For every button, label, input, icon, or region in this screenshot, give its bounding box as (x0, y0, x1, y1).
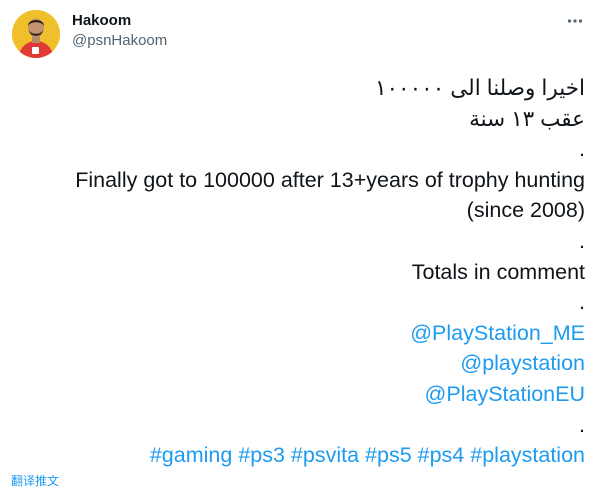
mention-playstation[interactable]: @playstation (10, 348, 585, 379)
more-options-button[interactable] (564, 10, 586, 32)
hashtag-row: #gaming #ps3 #psvita #ps5 #ps4 #playstat… (10, 440, 585, 471)
translate-tweet-link[interactable]: 翻译推文 (11, 473, 59, 489)
avatar[interactable] (12, 10, 60, 58)
more-options-icon (567, 19, 583, 23)
tweet-line-totals: Totals in comment (411, 259, 585, 284)
avatar-image (12, 10, 60, 58)
tweet-text: اخيرا وصلنا الى ١٠٠٠٠٠ عقب ١٣ سنة . Fina… (10, 73, 585, 471)
author-display-name[interactable]: Hakoom (72, 11, 167, 31)
author-info: Hakoom @psnHakoom (72, 11, 167, 51)
hashtag-psvita[interactable]: #psvita (291, 443, 359, 467)
hashtag-ps5[interactable]: #ps5 (365, 443, 412, 467)
tweet-card: Hakoom @psnHakoom اخيرا وصلنا الى ١٠٠٠٠٠… (0, 0, 600, 495)
tweet-line-english-1: Finally got to 100000 after 13+years of … (75, 167, 585, 192)
hashtag-playstation[interactable]: #playstation (470, 443, 585, 467)
mention-playstation-eu[interactable]: @PlayStationEU (10, 379, 585, 410)
hashtag-ps3[interactable]: #ps3 (238, 443, 285, 467)
tweet-line-english-2: (since 2008) (466, 198, 585, 223)
tweet-separator-dot: . (579, 137, 585, 162)
hashtag-ps4[interactable]: #ps4 (418, 443, 465, 467)
tweet-separator-dot: . (579, 290, 585, 315)
tweet-line-arabic-2: عقب ١٣ سنة (469, 106, 585, 131)
mention-playstation-me[interactable]: @PlayStation_ME (10, 318, 585, 349)
author-handle[interactable]: @psnHakoom (72, 31, 167, 51)
tweet-line-arabic-1: اخيرا وصلنا الى ١٠٠٠٠٠ (374, 76, 585, 100)
tweet-separator-dot: . (579, 228, 585, 253)
hashtag-gaming[interactable]: #gaming (150, 443, 232, 467)
tweet-separator-dot: . (579, 412, 585, 437)
